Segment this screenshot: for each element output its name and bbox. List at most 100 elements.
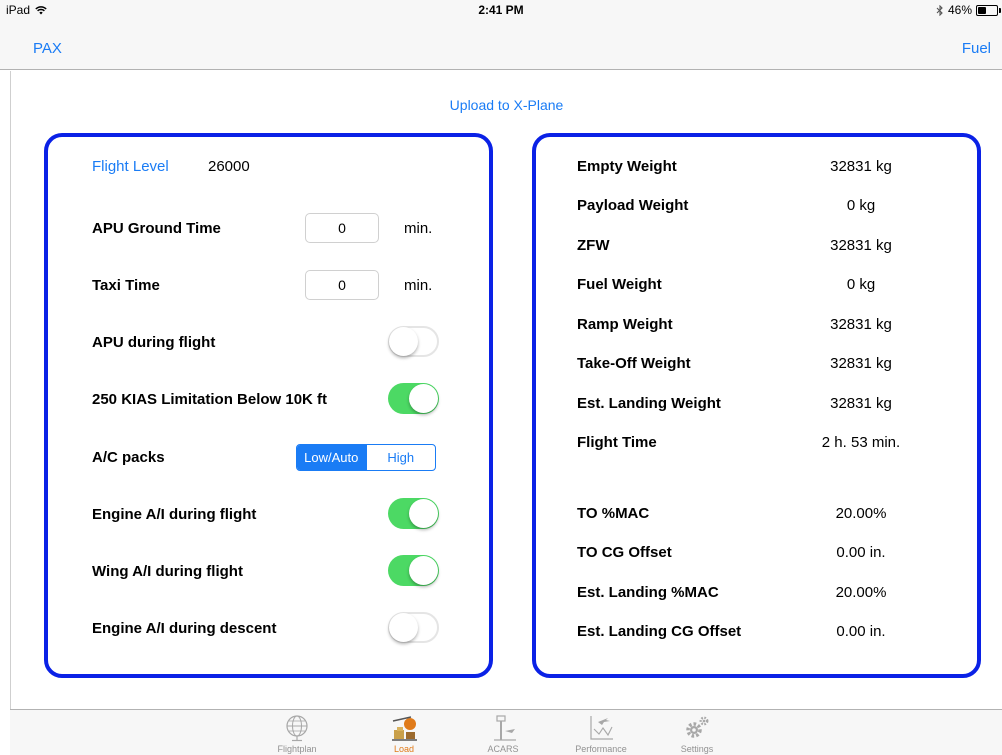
weight-value: 0 kg bbox=[846, 276, 876, 293]
balance-label: TO %MAC bbox=[577, 505, 650, 522]
weight-row: Take-Off Weight 32831 kg bbox=[536, 348, 977, 378]
ac-packs-row: A/C packs Low/Auto High bbox=[48, 442, 489, 472]
balance-value: 20.00% bbox=[835, 584, 887, 601]
wing-ai-flight-label: Wing A/I during flight bbox=[92, 563, 243, 580]
ac-packs-high-segment[interactable]: High bbox=[365, 445, 436, 470]
bluetooth-icon bbox=[936, 4, 943, 16]
tab-load[interactable]: Load bbox=[369, 713, 439, 754]
kias-limit-label: 250 KIAS Limitation Below 10K ft bbox=[92, 391, 328, 408]
tab-performance[interactable]: Performance bbox=[566, 713, 636, 754]
weight-label: Empty Weight bbox=[577, 158, 677, 175]
engine-ai-descent-row: Engine A/I during descent bbox=[48, 612, 489, 643]
load-content: Upload to X-Plane Flight Level 26000 APU… bbox=[10, 71, 1002, 709]
battery-nub bbox=[999, 7, 1001, 13]
flight-level-label[interactable]: Flight Level bbox=[92, 158, 169, 175]
weight-label: Take-Off Weight bbox=[577, 355, 691, 372]
weight-value: 32831 kg bbox=[830, 158, 892, 175]
apu-during-flight-row: APU during flight bbox=[48, 326, 489, 357]
balance-label: Est. Landing CG Offset bbox=[577, 623, 742, 640]
flight-time-label: Flight Time bbox=[577, 434, 657, 451]
engine-ai-flight-label: Engine A/I during flight bbox=[92, 506, 257, 523]
weight-label: Payload Weight bbox=[577, 197, 689, 214]
balance-value: 20.00% bbox=[835, 505, 887, 522]
tab-acars[interactable]: ACARS bbox=[468, 713, 538, 754]
engine-ai-descent-label: Engine A/I during descent bbox=[92, 620, 277, 637]
status-bar-right: 46% bbox=[936, 3, 1001, 17]
apu-ground-time-row: APU Ground Time min. bbox=[48, 213, 489, 243]
tab-label: Flightplan bbox=[277, 744, 317, 754]
flight-level-value: 26000 bbox=[208, 158, 250, 175]
taxi-time-label: Taxi Time bbox=[92, 277, 160, 294]
engine-ai-flight-row: Engine A/I during flight bbox=[48, 498, 489, 529]
weight-summary-panel: Empty Weight 32831 kg Payload Weight 0 k… bbox=[532, 133, 981, 678]
fuel-button[interactable]: Fuel bbox=[962, 40, 991, 57]
engine-ai-flight-toggle[interactable] bbox=[388, 498, 439, 529]
tab-label: Performance bbox=[575, 744, 627, 754]
battery-icon bbox=[976, 4, 1001, 16]
toggle-knob bbox=[409, 384, 438, 413]
toggle-knob bbox=[409, 556, 438, 585]
weight-row: Ramp Weight 32831 kg bbox=[536, 309, 977, 339]
balance-row: TO %MAC 20.00% bbox=[536, 498, 977, 528]
taxi-time-row: Taxi Time min. bbox=[48, 270, 489, 300]
wing-ai-flight-toggle[interactable] bbox=[388, 555, 439, 586]
battery-percent: 46% bbox=[947, 3, 972, 17]
apu-ground-time-input[interactable] bbox=[305, 213, 379, 243]
flight-time-value: 2 h. 53 min. bbox=[821, 434, 901, 451]
engine-ai-descent-toggle[interactable] bbox=[388, 612, 439, 643]
globe-icon bbox=[286, 715, 308, 742]
weight-value: 0 kg bbox=[846, 197, 876, 214]
load-icon bbox=[392, 716, 417, 741]
upload-to-xplane-button[interactable]: Upload to X-Plane bbox=[11, 97, 1002, 113]
weight-value: 32831 kg bbox=[830, 237, 892, 254]
apu-ground-time-label: APU Ground Time bbox=[92, 220, 221, 237]
kias-limit-toggle[interactable] bbox=[388, 383, 439, 414]
weight-label: Ramp Weight bbox=[577, 316, 673, 333]
navigation-bar: PAX Fuel bbox=[0, 20, 1002, 70]
tab-label: ACARS bbox=[487, 744, 519, 754]
weight-row: Fuel Weight 0 kg bbox=[536, 269, 977, 299]
tab-label: Load bbox=[393, 744, 415, 754]
tab-flightplan[interactable]: Flightplan bbox=[262, 713, 332, 754]
weight-row: Est. Landing Weight 32831 kg bbox=[536, 388, 977, 418]
balance-label: TO CG Offset bbox=[577, 544, 672, 561]
balance-value: 0.00 in. bbox=[836, 544, 886, 561]
balance-row: Est. Landing CG Offset 0.00 in. bbox=[536, 616, 977, 646]
toggle-knob bbox=[409, 499, 438, 528]
tower-icon bbox=[494, 715, 516, 741]
apu-during-flight-toggle[interactable] bbox=[388, 326, 439, 357]
status-time: 2:41 PM bbox=[478, 3, 524, 17]
ac-packs-low-auto-segment[interactable]: Low/Auto bbox=[297, 445, 366, 470]
status-bar: iPad 2:41 PM 46% bbox=[0, 0, 1002, 20]
flight-time-row: Flight Time 2 h. 53 min. bbox=[536, 427, 977, 457]
apu-ground-time-unit: min. bbox=[404, 220, 433, 237]
weight-label: ZFW bbox=[577, 237, 610, 254]
pax-button[interactable]: PAX bbox=[33, 40, 62, 57]
performance-chart-icon bbox=[590, 716, 613, 740]
toggle-knob bbox=[389, 613, 418, 642]
flight-level-row: Flight Level 26000 bbox=[48, 151, 489, 181]
tab-bar: Flightplan Load ACARS Performance Settin… bbox=[10, 709, 1002, 755]
kias-limit-row: 250 KIAS Limitation Below 10K ft bbox=[48, 383, 489, 414]
apu-during-flight-label: APU during flight bbox=[92, 334, 216, 351]
weight-row: ZFW 32831 kg bbox=[536, 230, 977, 260]
weight-value: 32831 kg bbox=[830, 395, 892, 412]
tab-label: Settings bbox=[680, 744, 714, 754]
ac-packs-segmented-control: Low/Auto High bbox=[296, 444, 436, 471]
weight-label: Fuel Weight bbox=[577, 276, 662, 293]
ac-packs-label: A/C packs bbox=[92, 449, 165, 466]
wing-ai-flight-row: Wing A/I during flight bbox=[48, 555, 489, 586]
battery-fill bbox=[978, 6, 987, 14]
toggle-knob bbox=[389, 327, 418, 356]
tab-settings[interactable]: Settings bbox=[662, 713, 732, 754]
balance-label: Est. Landing %MAC bbox=[577, 584, 719, 601]
weight-label: Est. Landing Weight bbox=[577, 395, 721, 412]
weight-row: Payload Weight 0 kg bbox=[536, 190, 977, 220]
weight-row: Empty Weight 32831 kg bbox=[536, 151, 977, 181]
taxi-time-input[interactable] bbox=[305, 270, 379, 300]
gear-icon bbox=[686, 716, 709, 738]
taxi-time-unit: min. bbox=[404, 277, 433, 294]
load-settings-panel: Flight Level 26000 APU Ground Time min. … bbox=[44, 133, 493, 678]
balance-value: 0.00 in. bbox=[836, 623, 886, 640]
balance-row: Est. Landing %MAC 20.00% bbox=[536, 577, 977, 607]
